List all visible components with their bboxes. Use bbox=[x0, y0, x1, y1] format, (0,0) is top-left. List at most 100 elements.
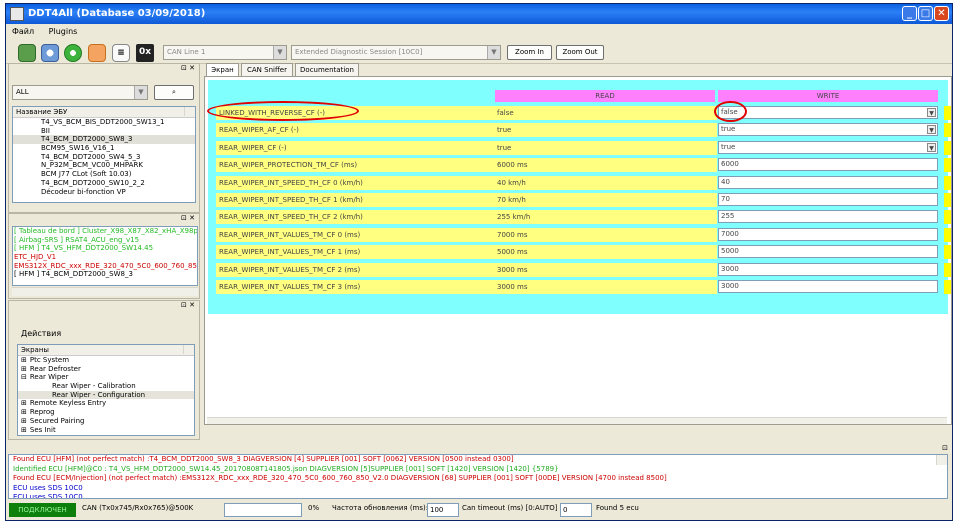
read-value: 3000 ms bbox=[495, 280, 717, 294]
log-icon[interactable]: ≡ bbox=[112, 44, 130, 62]
write-input[interactable]: 255 bbox=[718, 210, 938, 224]
panel-controls[interactable]: ⊡ ✕ bbox=[9, 214, 199, 224]
ecu-list-item[interactable]: Décodeur bi-fonction VP bbox=[13, 188, 195, 197]
tree-item[interactable]: ⊞ Reprog bbox=[18, 408, 194, 417]
read-value: false bbox=[495, 106, 717, 120]
ecu-list-item[interactable]: T4_BCM_DDT2000_SW4_5_3 bbox=[13, 153, 195, 162]
canvas-hscroll[interactable] bbox=[207, 417, 947, 424]
found-ecu-item[interactable]: [ HFM ] T4_VS_HFM_DDT2000_SW14.45 bbox=[14, 244, 197, 253]
found-list-hscroll[interactable] bbox=[12, 287, 198, 296]
ecu-list-item[interactable]: BII bbox=[13, 127, 195, 136]
row-indicator bbox=[944, 262, 951, 277]
toolbar: ≡ 0x CAN Line 1 ▼ Extended Diagnostic Se… bbox=[6, 40, 952, 64]
parameter-row: REAR_WIPER_INT_SPEED_TH_CF 1 (km/h) 70 km… bbox=[208, 193, 951, 207]
found-ecu-item[interactable]: ETC_HJD_V1 bbox=[14, 253, 197, 262]
parameter-label: REAR_WIPER_INT_VALUES_TM_CF 0 (ms) bbox=[216, 227, 495, 242]
tree-item[interactable]: Rear Wiper - Calibration bbox=[18, 382, 194, 391]
found-ecu-item[interactable]: [ Tableau de bord ] Cluster_X98_X87_X82_… bbox=[14, 227, 197, 236]
actions-title: Действия bbox=[21, 329, 62, 338]
timeout-value: 0 bbox=[563, 506, 568, 514]
expand-icon[interactable]: ⊞ bbox=[21, 356, 27, 364]
read-header: READ bbox=[495, 90, 715, 102]
tab-can-sniffer[interactable]: CAN Sniffer bbox=[241, 63, 293, 76]
expand-icon[interactable]: ⊞ bbox=[21, 426, 27, 434]
filter-select[interactable]: ALL ▼ bbox=[12, 85, 148, 100]
close-button[interactable]: ✕ bbox=[934, 6, 949, 21]
zoom-out-button[interactable]: Zoom Out bbox=[556, 45, 604, 60]
expand-icon[interactable]: ⊟ bbox=[21, 373, 27, 381]
log-scrollbar[interactable] bbox=[936, 455, 947, 465]
found-ecu-item[interactable]: EMS312X_RDC_xxx_RDE_320_470_5C0_600_760_… bbox=[14, 262, 197, 271]
menu-plugins[interactable]: Plugins bbox=[43, 25, 84, 38]
write-select[interactable]: false ▼ bbox=[718, 106, 938, 119]
tree-item[interactable]: ⊞ Secured Pairing bbox=[18, 417, 194, 426]
write-input[interactable]: 70 bbox=[718, 193, 938, 206]
ecu-list-item[interactable]: T4_VS_BCM_BIS_DDT2000_SW13_1 bbox=[13, 118, 195, 127]
tree-item[interactable]: ⊟ Rear Wiper bbox=[18, 373, 194, 382]
write-input[interactable]: 6000 bbox=[718, 158, 938, 172]
found-ecu-item[interactable]: [ HFM ] T4_BCM_DDT2000_SW8_3 bbox=[14, 270, 197, 279]
expand-icon[interactable]: ⊞ bbox=[21, 417, 27, 425]
parameter-label: REAR_WIPER_INT_SPEED_TH_CF 2 (km/h) bbox=[216, 210, 495, 225]
tree-item[interactable]: ⊞ Ptc System bbox=[18, 356, 194, 365]
search-button[interactable]: ⌕ bbox=[154, 85, 194, 100]
tab-screen[interactable]: Экран bbox=[206, 63, 239, 77]
tree-item[interactable]: Rear Wiper - Configuration bbox=[18, 390, 194, 400]
panel-controls[interactable]: ⊡ ✕ bbox=[9, 301, 199, 311]
write-input[interactable]: 40 bbox=[718, 175, 938, 189]
ecu-list-item[interactable]: BCM95_SW16_V16_1 bbox=[13, 144, 195, 153]
tree-item-label: Remote Keyless Entry bbox=[29, 399, 107, 408]
screens-tree-scrollbar[interactable] bbox=[183, 345, 194, 354]
write-value: 7000 bbox=[721, 229, 739, 238]
found-ecu-item[interactable]: [ Airbag-SRS ] RSAT4_ACU_eng_v15 bbox=[14, 236, 197, 245]
main-window: DDT4All (Database 03/09/2018) _ □ ✕ Файл… bbox=[5, 3, 953, 521]
timeout-spinbox[interactable]: 0 bbox=[560, 503, 592, 517]
scan-icon[interactable] bbox=[41, 44, 59, 62]
heart-icon[interactable] bbox=[88, 44, 106, 62]
minimize-button[interactable]: _ bbox=[902, 6, 917, 21]
panel-controls[interactable]: ⊡ ✕ bbox=[9, 64, 199, 74]
refresh-icon[interactable] bbox=[64, 44, 82, 62]
menu-file[interactable]: Файл bbox=[6, 25, 40, 38]
tree-item[interactable]: ⊞ Rear Defroster bbox=[18, 365, 194, 374]
panel-controls[interactable]: ⊡ bbox=[6, 444, 952, 454]
refresh-spinbox[interactable]: 100 bbox=[427, 503, 459, 517]
ecu-list-item[interactable]: T4_BCM_DDT2000_SW10_2_2 bbox=[13, 179, 195, 188]
maximize-button[interactable]: □ bbox=[918, 6, 933, 21]
ecu-list-scrollbar[interactable] bbox=[184, 107, 195, 116]
read-value: 70 km/h bbox=[495, 193, 717, 207]
tab-documentation[interactable]: Documentation bbox=[295, 63, 359, 76]
tree-item-label: Ptc System bbox=[29, 356, 70, 364]
session-select[interactable]: Extended Diagnostic Session [10C0] ▼ bbox=[291, 45, 501, 60]
parameter-row: REAR_WIPER_INT_SPEED_TH_CF 0 (km/h) 40 km… bbox=[208, 175, 951, 190]
write-input[interactable]: 5000 bbox=[718, 245, 938, 259]
expand-icon[interactable]: ⊞ bbox=[21, 365, 27, 373]
expand-icon[interactable]: ⊞ bbox=[21, 399, 27, 407]
write-select[interactable]: true ▼ bbox=[718, 123, 938, 137]
ecu-list-item[interactable]: N_P32M_BCM_VC00_MHPARK bbox=[13, 161, 195, 170]
tree-item[interactable]: ⊞ Remote Keyless Entry bbox=[18, 399, 194, 408]
chevron-down-icon: ▼ bbox=[927, 125, 936, 135]
found-ecu-list[interactable]: [ Tableau de bord ] Cluster_X98_X87_X82_… bbox=[12, 226, 198, 286]
read-value: 40 km/h bbox=[495, 175, 717, 190]
expand-icon[interactable]: ⊞ bbox=[21, 408, 27, 416]
hex-icon[interactable]: 0x bbox=[136, 44, 154, 62]
write-input[interactable]: 3000 bbox=[718, 280, 938, 293]
tree-item[interactable]: ⊞ Ses Init bbox=[18, 426, 194, 435]
can-line-select[interactable]: CAN Line 1 ▼ bbox=[163, 45, 287, 60]
write-input[interactable]: 3000 bbox=[718, 262, 938, 276]
connect-icon[interactable] bbox=[18, 44, 36, 62]
parameter-row: REAR_WIPER_AF_CF (-) true true ▼ bbox=[208, 123, 951, 138]
row-indicator bbox=[944, 106, 951, 120]
ecu-list-item[interactable]: T4_BCM_DDT2000_SW8_3 bbox=[13, 135, 195, 145]
ecu-list-item[interactable]: BCM J77 CLot (Soft 10.03) bbox=[13, 170, 195, 179]
row-indicator bbox=[944, 210, 951, 225]
write-input[interactable]: 7000 bbox=[718, 227, 938, 241]
write-select[interactable]: true ▼ bbox=[718, 140, 938, 154]
write-value: 3000 bbox=[721, 282, 739, 290]
tree-item-label: Secured Pairing bbox=[29, 416, 85, 425]
screens-tree[interactable]: Экраны ⊞ Ptc System ⊞ Rear Defroster ⊟ Rear W… bbox=[17, 344, 195, 436]
zoom-in-button[interactable]: Zoom In bbox=[507, 45, 552, 60]
ecu-list[interactable]: Название ЭБУ T4_VS_BCM_BIS_DDT2000_SW13_… bbox=[12, 106, 196, 203]
parameter-label: REAR_WIPER_PROTECTION_TM_CF (ms) bbox=[216, 158, 495, 173]
